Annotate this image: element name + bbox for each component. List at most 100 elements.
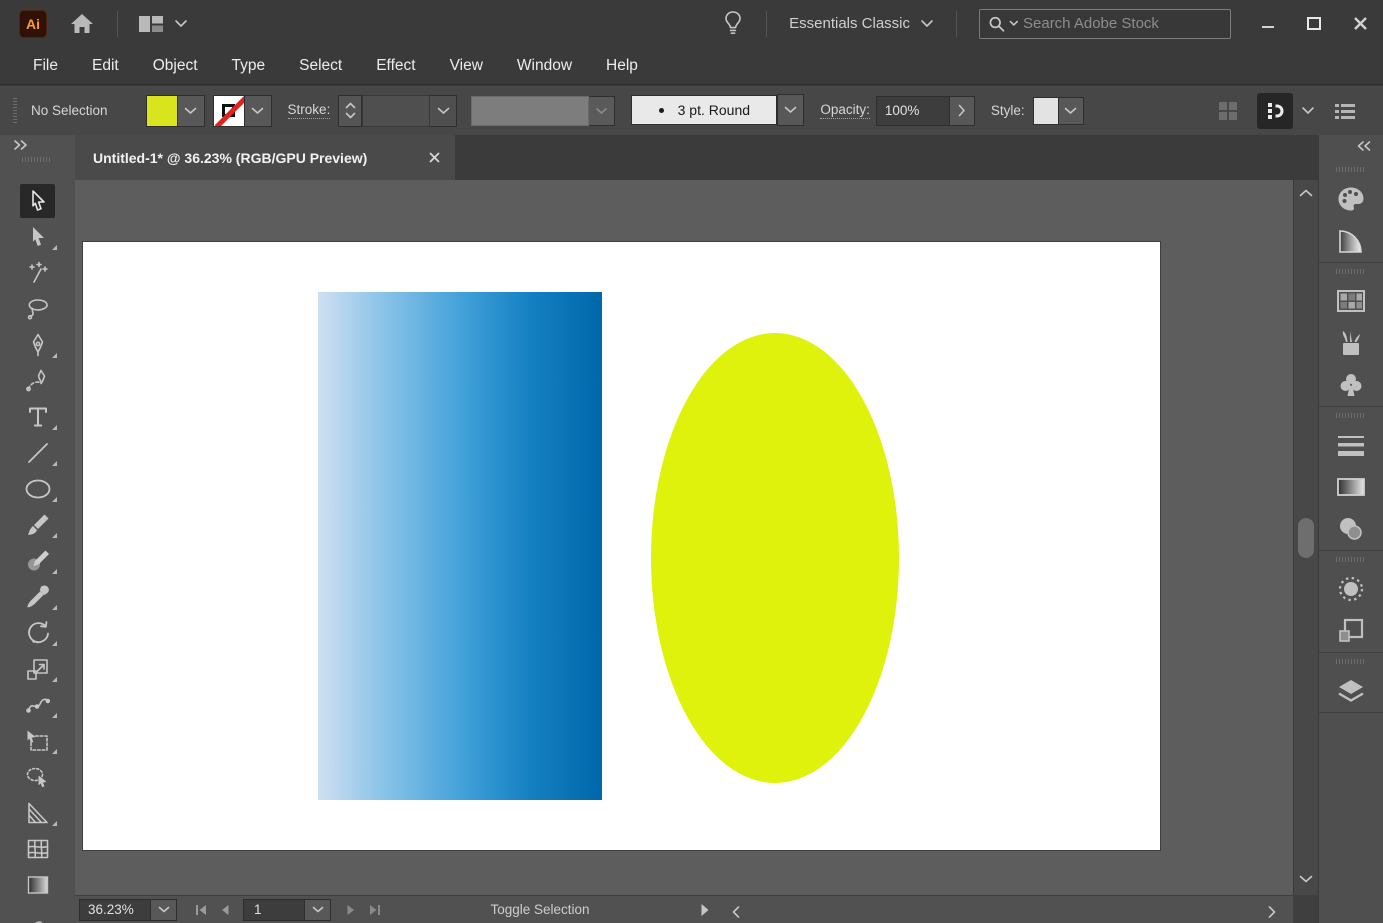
menu-file[interactable]: File	[16, 47, 75, 84]
gradient-panel-button[interactable]	[1329, 466, 1373, 508]
perspective-grid-tool[interactable]	[0, 795, 75, 831]
tab-close-icon[interactable]	[428, 151, 441, 164]
maximize-button[interactable]	[1291, 4, 1337, 44]
line-segment-tool[interactable]	[0, 435, 75, 471]
color-guide-panel-button[interactable]	[1329, 220, 1373, 262]
vertical-scrollbar[interactable]	[1293, 180, 1318, 895]
document-tab[interactable]: Untitled-1* @ 36.23% (RGB/GPU Preview)	[75, 135, 455, 180]
stroke-weight-stepper[interactable]	[338, 95, 362, 127]
panel-group-grip[interactable]	[1336, 269, 1366, 274]
swatches-panel-button[interactable]	[1329, 280, 1373, 322]
shaper-tool[interactable]	[0, 543, 75, 579]
menu-effect[interactable]: Effect	[359, 47, 432, 84]
scroll-right-icon[interactable]	[1267, 905, 1277, 919]
appearance-panel-button[interactable]	[1329, 568, 1373, 610]
scroll-down-icon[interactable]	[1298, 874, 1314, 884]
partial-tool[interactable]	[0, 903, 75, 923]
scroll-left-icon[interactable]	[731, 905, 741, 919]
menu-type[interactable]: Type	[215, 47, 283, 84]
previous-artboard-button[interactable]	[213, 899, 237, 921]
vertical-scroll-thumb[interactable]	[1298, 518, 1314, 558]
zoom-dropdown-button[interactable]	[151, 899, 177, 921]
menu-help[interactable]: Help	[589, 47, 655, 84]
zoom-level-field[interactable]: 36.23%	[79, 899, 151, 921]
magic-wand-tool[interactable]	[0, 255, 75, 291]
rotate-tool[interactable]	[0, 615, 75, 651]
symbols-panel-button[interactable]	[1329, 364, 1373, 406]
opacity-panel-link[interactable]: Opacity:	[820, 102, 870, 119]
stroke-panel-link[interactable]: Stroke:	[288, 102, 331, 119]
panel-group-grip[interactable]	[1336, 557, 1366, 562]
minimize-button[interactable]	[1245, 4, 1291, 44]
chevron-down-icon	[1064, 107, 1077, 115]
mesh-tool[interactable]	[0, 831, 75, 867]
workspace-switcher[interactable]: Essentials Classic	[789, 15, 934, 32]
brush-dropdown-button[interactable]	[777, 94, 804, 126]
menu-edit[interactable]: Edit	[75, 47, 136, 84]
canvas-pasteboard[interactable]	[75, 180, 1293, 895]
horizontal-scrollbar[interactable]	[723, 899, 1279, 920]
pen-tool[interactable]	[0, 327, 75, 363]
menu-object[interactable]: Object	[136, 47, 215, 84]
stroke-weight-field[interactable]	[362, 95, 430, 127]
status-menu-arrow-icon[interactable]	[700, 903, 710, 917]
menu-window[interactable]: Window	[500, 47, 589, 84]
align-grid-icon[interactable]	[1217, 100, 1239, 122]
opacity-field[interactable]: 100%	[876, 96, 950, 126]
opacity-stepper-button[interactable]	[950, 96, 975, 126]
last-artboard-button[interactable]	[363, 899, 387, 921]
search-input[interactable]	[1023, 15, 1222, 32]
list-menu-icon[interactable]	[1333, 100, 1357, 122]
fill-swatch[interactable]	[146, 95, 178, 127]
layers-panel-button[interactable]	[1329, 670, 1373, 712]
transparency-panel-button[interactable]	[1329, 508, 1373, 550]
controlbar-grip[interactable]	[13, 98, 17, 124]
toolbar-grip[interactable]	[22, 157, 52, 162]
first-artboard-button[interactable]	[189, 899, 213, 921]
menu-view[interactable]: View	[433, 47, 500, 84]
stroke-panel-button[interactable]	[1329, 424, 1373, 466]
scroll-up-icon[interactable]	[1298, 188, 1314, 198]
stroke-dropdown-button[interactable]	[245, 95, 272, 127]
panel-group-grip[interactable]	[1336, 413, 1366, 418]
scale-tool[interactable]	[0, 651, 75, 687]
direct-selection-tool[interactable]	[0, 219, 75, 255]
adobe-stock-search[interactable]	[979, 9, 1231, 39]
selection-tool[interactable]	[0, 183, 75, 219]
brushes-panel-button[interactable]	[1329, 322, 1373, 364]
artboard-number-field[interactable]: 1	[243, 899, 305, 921]
panel-group-grip[interactable]	[1336, 659, 1366, 664]
color-panel-button[interactable]	[1329, 178, 1373, 220]
brush-definition-field[interactable]: 3 pt. Round	[631, 95, 777, 125]
collapse-panels-icon[interactable]	[1355, 140, 1373, 152]
next-artboard-button[interactable]	[339, 899, 363, 921]
style-dropdown-button[interactable]	[1059, 97, 1084, 125]
shape-builder-tool[interactable]	[0, 759, 75, 795]
chevron-down-icon[interactable]	[1301, 106, 1315, 115]
menu-select[interactable]: Select	[282, 47, 359, 84]
eyedropper-tool[interactable]	[0, 579, 75, 615]
width-tool[interactable]	[0, 687, 75, 723]
artboards-panel-button[interactable]	[1329, 610, 1373, 652]
lasso-tool[interactable]	[0, 291, 75, 327]
ellipse-shape[interactable]	[651, 333, 899, 783]
stroke-weight-dropdown[interactable]	[430, 95, 457, 127]
ellipse-tool[interactable]	[0, 471, 75, 507]
style-swatch[interactable]	[1033, 97, 1059, 125]
free-transform-tool[interactable]	[0, 723, 75, 759]
paintbrush-tool[interactable]	[0, 507, 75, 543]
fill-dropdown-button[interactable]	[178, 95, 205, 127]
home-icon[interactable]	[69, 11, 95, 37]
panel-group-grip[interactable]	[1336, 167, 1366, 172]
lightbulb-icon[interactable]	[722, 9, 744, 39]
expand-toolbar-icon[interactable]	[12, 139, 30, 151]
panel-toggle-button[interactable]	[1257, 93, 1293, 129]
artboard-dropdown-button[interactable]	[305, 899, 331, 921]
gradient-rectangle-shape[interactable]	[318, 292, 602, 800]
arrange-documents-button[interactable]	[138, 13, 188, 35]
stroke-swatch-none[interactable]	[213, 95, 245, 127]
curvature-tool[interactable]	[0, 363, 75, 399]
type-tool[interactable]	[0, 399, 75, 435]
close-button[interactable]	[1337, 4, 1383, 44]
gradient-tool[interactable]	[0, 867, 75, 903]
